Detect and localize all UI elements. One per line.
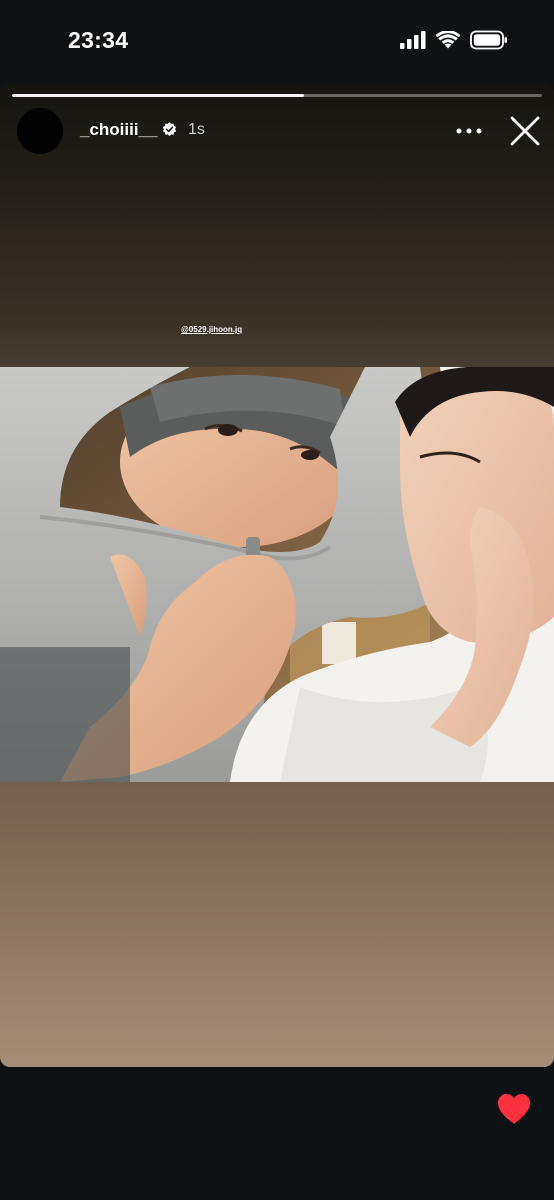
battery-icon [470, 30, 508, 55]
story-photo [0, 367, 554, 782]
more-dots-icon [456, 128, 482, 134]
more-options-button[interactable] [452, 118, 486, 144]
status-bar: 23:34 [0, 0, 554, 84]
status-time: 23:34 [68, 27, 129, 53]
cellular-signal-icon [400, 31, 426, 54]
like-button[interactable] [496, 1092, 532, 1126]
verified-badge-icon [162, 122, 177, 137]
heart-filled-icon [498, 1094, 530, 1124]
close-icon [510, 116, 540, 146]
story-header: _choiiii__ 1s [0, 108, 554, 156]
avatar[interactable] [17, 108, 63, 154]
close-button[interactable] [508, 114, 542, 148]
story-time-ago: 1s [188, 121, 205, 138]
wifi-icon [435, 30, 461, 54]
story-progress-fill [12, 94, 304, 97]
story-progress-bar [12, 94, 542, 97]
story-viewer[interactable]: _choiiii__ 1s @0529.jihoon.jq [0, 84, 554, 1067]
status-icons [400, 30, 508, 55]
username[interactable]: _choiiii__ [80, 120, 157, 140]
mention-sticker[interactable]: @0529.jihoon.jq [181, 325, 242, 334]
